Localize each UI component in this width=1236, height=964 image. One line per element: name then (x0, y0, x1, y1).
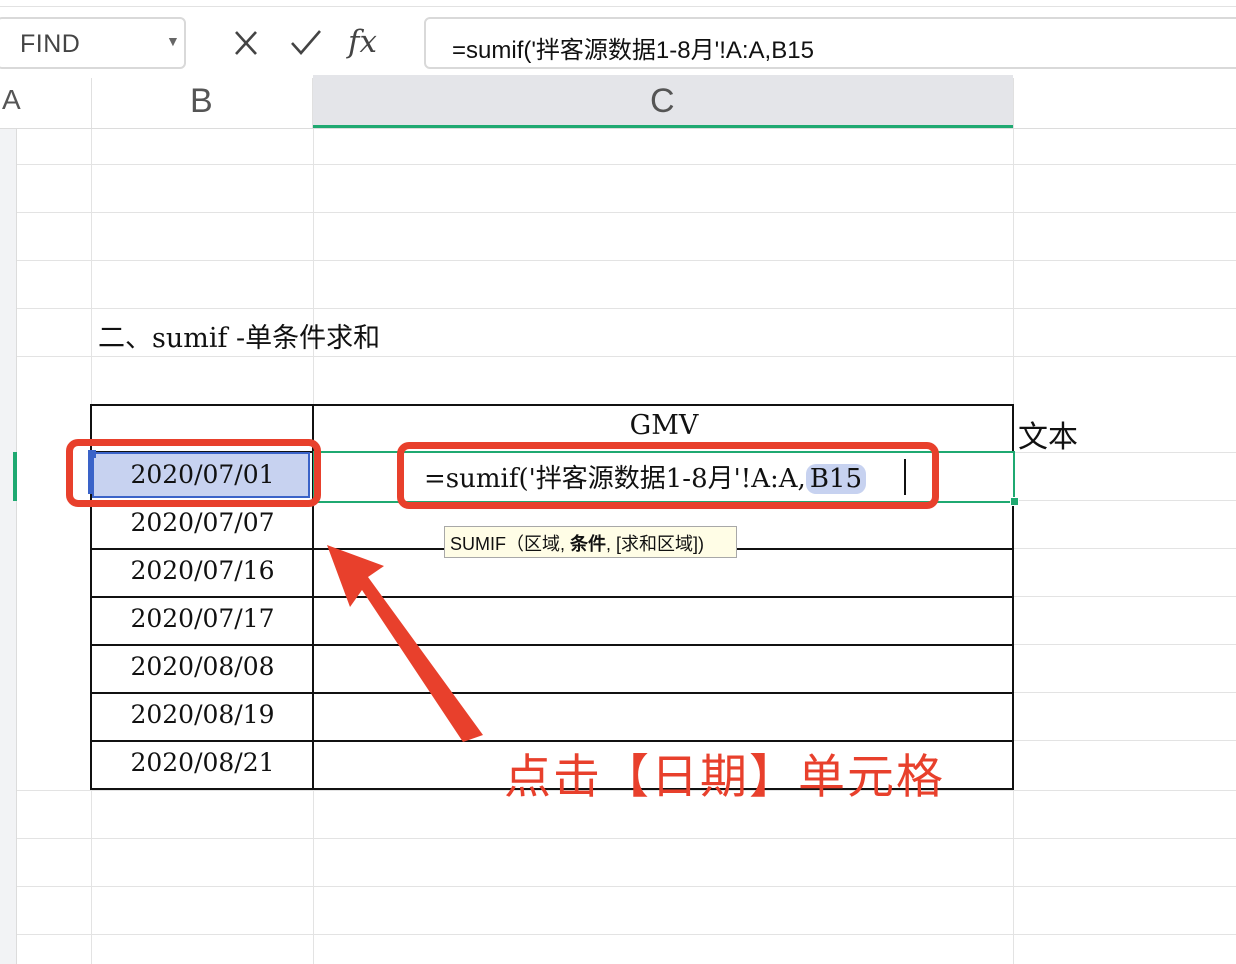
top-divider (0, 6, 1236, 7)
grid-line (1014, 644, 1236, 645)
column-header-b-label: B (190, 82, 213, 120)
annotation-text: 点击【日期】单元格 (504, 750, 945, 803)
grid-line (17, 934, 1236, 935)
table-divider (90, 644, 1014, 646)
grid-line (17, 886, 1236, 887)
date-cell[interactable]: 2020/07/07 (92, 508, 313, 537)
column-header-d[interactable] (1013, 78, 1236, 128)
grid-line (17, 260, 1236, 261)
grid-line (1014, 596, 1236, 597)
grid-line (17, 356, 1236, 357)
column-header-a-label: A (2, 84, 21, 115)
grid-line (1014, 692, 1236, 693)
date-cell[interactable]: 2020/08/21 (92, 748, 313, 777)
annotation-box-formula (397, 442, 939, 509)
grid-line (17, 308, 1236, 309)
grid-line (17, 164, 1236, 165)
header-divider (0, 128, 1236, 129)
tooltip-func: SUMIF (450, 534, 506, 554)
row-header-strip[interactable] (0, 129, 17, 964)
date-cell[interactable]: 2020/07/16 (92, 556, 313, 585)
section-title: 二、sumif -单条件求和 (98, 323, 381, 354)
grid-line (1014, 500, 1236, 501)
annotation-box-date (66, 439, 321, 507)
grid-line (1014, 548, 1236, 549)
grid-line (1014, 740, 1236, 741)
column-header-c-label: C (650, 82, 675, 120)
name-box-value: FIND (20, 30, 81, 58)
cancel-icon[interactable] (228, 26, 264, 60)
tooltip-rest: , [求和区域]) (606, 534, 705, 554)
dropdown-caret-icon[interactable]: ▼ (166, 33, 180, 49)
date-cell[interactable]: 2020/08/08 (92, 652, 313, 681)
fx-icon[interactable]: fx (348, 24, 377, 60)
grid-line (17, 838, 1236, 839)
active-row-indicator (13, 452, 17, 501)
grid-line (17, 212, 1236, 213)
date-cell[interactable]: 2020/07/17 (92, 604, 313, 633)
table-divider (90, 596, 1014, 598)
date-cell[interactable]: 2020/08/19 (92, 700, 313, 729)
formula-input-text: =sumif('拌客源数据1-8月'!A:A,B15 (452, 37, 814, 64)
confirm-check-icon[interactable] (288, 26, 324, 60)
tooltip-active-arg: 条件 (570, 534, 607, 554)
tooltip-open: （区域, (506, 534, 571, 554)
table-divider (90, 692, 1014, 694)
function-tooltip-text: SUMIF（区域, 条件, [求和区域]) (450, 530, 704, 556)
text-label-cell[interactable]: 文本 (1018, 412, 1078, 456)
fill-handle[interactable] (1010, 497, 1019, 506)
gmv-header-cell[interactable]: GMV (314, 410, 1014, 441)
